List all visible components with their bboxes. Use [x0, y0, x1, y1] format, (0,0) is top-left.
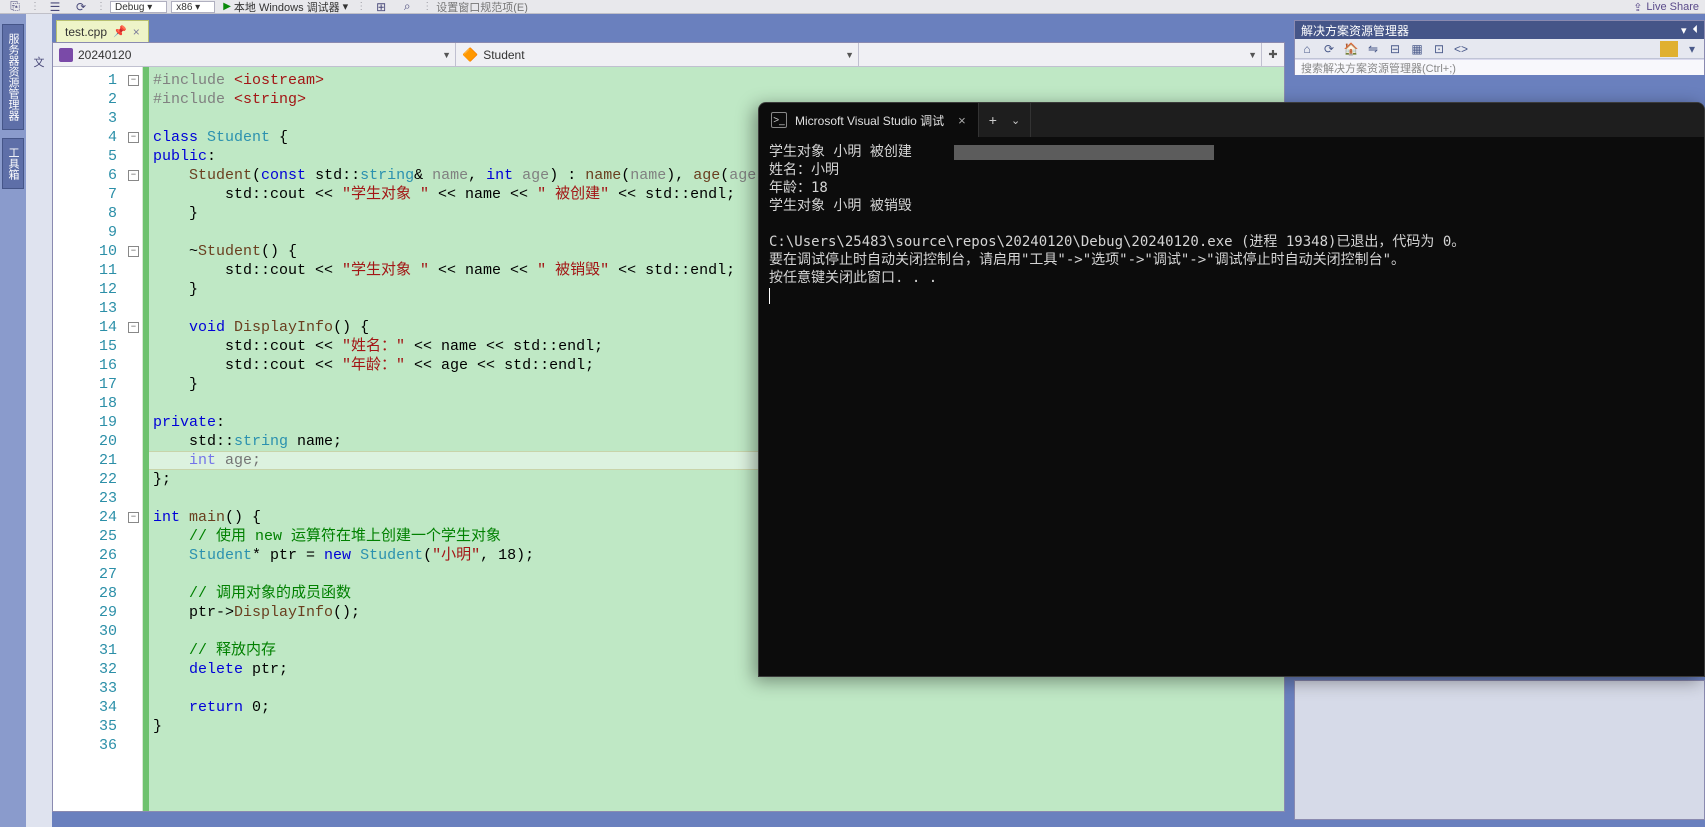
- line-number-gutter: 1234567891011121314151617181920212223242…: [53, 67, 125, 811]
- console-output[interactable]: 学生对象 小明 被创建 姓名：小明年龄：18学生对象 小明 被销毁 C:\Use…: [759, 137, 1704, 676]
- solution-search[interactable]: 搜索解决方案资源管理器(Ctrl+;): [1295, 59, 1704, 75]
- fold-toggle[interactable]: −: [128, 322, 139, 333]
- project-icon: [59, 48, 73, 62]
- chevron-down-icon: ▼: [442, 50, 451, 60]
- fold-toggle[interactable]: −: [128, 512, 139, 523]
- terminal-icon: >_: [771, 112, 787, 128]
- nav-project-label: 20240120: [78, 48, 131, 62]
- props-icon[interactable]: ⊡: [1431, 41, 1447, 57]
- share-icon: ⇪: [1633, 1, 1642, 14]
- toolbar-icon[interactable]: ☰: [44, 1, 66, 13]
- new-tab-icon[interactable]: +: [989, 112, 997, 128]
- server-explorer-tab[interactable]: 服务器资源管理器: [2, 24, 24, 130]
- run-button[interactable]: ▶本地 Windows 调试器 ▾: [219, 0, 352, 14]
- class-icon: 🔶: [462, 47, 478, 63]
- close-icon[interactable]: ×: [133, 25, 140, 39]
- fold-toggle[interactable]: −: [128, 132, 139, 143]
- solution-explorer: 解决方案资源管理器 ▾ ⏴ ⌂ ⟳ 🏠 ⇋ ⊟ ▦ ⊡ <> ▾ 搜索解决方案资…: [1294, 20, 1705, 75]
- right-panel-lower: [1294, 680, 1705, 820]
- fold-toggle[interactable]: −: [128, 246, 139, 257]
- console-tab-controls: + ⌄: [979, 103, 1031, 137]
- fold-toggle[interactable]: −: [128, 170, 139, 181]
- home2-icon[interactable]: 🏠: [1343, 41, 1359, 57]
- view-icon[interactable]: <>: [1453, 41, 1469, 57]
- doc-gutter: 文: [26, 14, 52, 827]
- platform-combo[interactable]: x86 ▾: [171, 1, 215, 13]
- document-tabstrip: test.cpp 📌 ×: [52, 20, 149, 42]
- toolbar-label[interactable]: 设置窗口规范项(E): [436, 0, 528, 14]
- console-titlebar[interactable]: >_ Microsoft Visual Studio 调试 × + ⌄: [759, 103, 1704, 137]
- live-share-button[interactable]: ⇪ Live Share: [1633, 0, 1699, 14]
- nav-project[interactable]: 20240120 ▼: [53, 43, 456, 66]
- console-tab[interactable]: >_ Microsoft Visual Studio 调试 ×: [759, 103, 979, 137]
- properties-icon[interactable]: [1660, 41, 1678, 57]
- toolbar-icon[interactable]: ⟳: [70, 1, 92, 13]
- debug-console: >_ Microsoft Visual Studio 调试 × + ⌄ 学生对象…: [758, 102, 1705, 677]
- fold-toggle[interactable]: −: [128, 75, 139, 86]
- file-tab[interactable]: test.cpp 📌 ×: [56, 20, 149, 42]
- more-icon[interactable]: ▾: [1684, 41, 1700, 57]
- dropdown-icon[interactable]: ▾: [1681, 24, 1687, 37]
- dropdown-icon[interactable]: ⌄: [1011, 114, 1020, 127]
- left-tool-rail: 服务器资源管理器 工具箱: [0, 14, 26, 827]
- config-combo[interactable]: Debug ▾: [110, 1, 167, 13]
- showall-icon[interactable]: ▦: [1409, 41, 1425, 57]
- solution-toolbar: ⌂ ⟳ 🏠 ⇋ ⊟ ▦ ⊡ <> ▾: [1295, 39, 1704, 59]
- home-icon[interactable]: ⌂: [1299, 41, 1315, 57]
- toolbox-tab[interactable]: 工具箱: [2, 138, 24, 189]
- tab-filename: test.cpp: [65, 25, 107, 39]
- toolbar-icon[interactable]: ⊞: [370, 1, 392, 13]
- solution-explorer-title[interactable]: 解决方案资源管理器 ▾ ⏴: [1295, 21, 1704, 39]
- chevron-down-icon: ▼: [1248, 50, 1257, 60]
- nav-member[interactable]: ▼: [859, 43, 1262, 66]
- console-title: Microsoft Visual Studio 调试: [795, 112, 944, 129]
- chevron-down-icon: ▼: [845, 50, 854, 60]
- toolbar-icon[interactable]: ⎘: [4, 1, 26, 13]
- pin-icon[interactable]: ⏴: [1693, 24, 1699, 37]
- nav-class-label: Student: [483, 48, 524, 62]
- sync-icon[interactable]: ⇋: [1365, 41, 1381, 57]
- close-icon[interactable]: ×: [958, 113, 966, 128]
- nav-class[interactable]: 🔶 Student ▼: [456, 43, 859, 66]
- toolbar-icon[interactable]: ⌕: [396, 1, 418, 13]
- fold-column[interactable]: − − − − − −: [125, 67, 143, 811]
- main-toolbar: ⎘ ⋮ ☰ ⟳ ⋮ Debug ▾ x86 ▾ ▶本地 Windows 调试器 …: [0, 0, 1705, 14]
- collapse-icon[interactable]: ⊟: [1387, 41, 1403, 57]
- refresh-icon[interactable]: ⟳: [1321, 41, 1337, 57]
- pin-icon[interactable]: 📌: [113, 25, 127, 38]
- code-navbar: 20240120 ▼ 🔶 Student ▼ ▼ ✚: [53, 43, 1284, 67]
- split-button[interactable]: ✚: [1262, 43, 1284, 66]
